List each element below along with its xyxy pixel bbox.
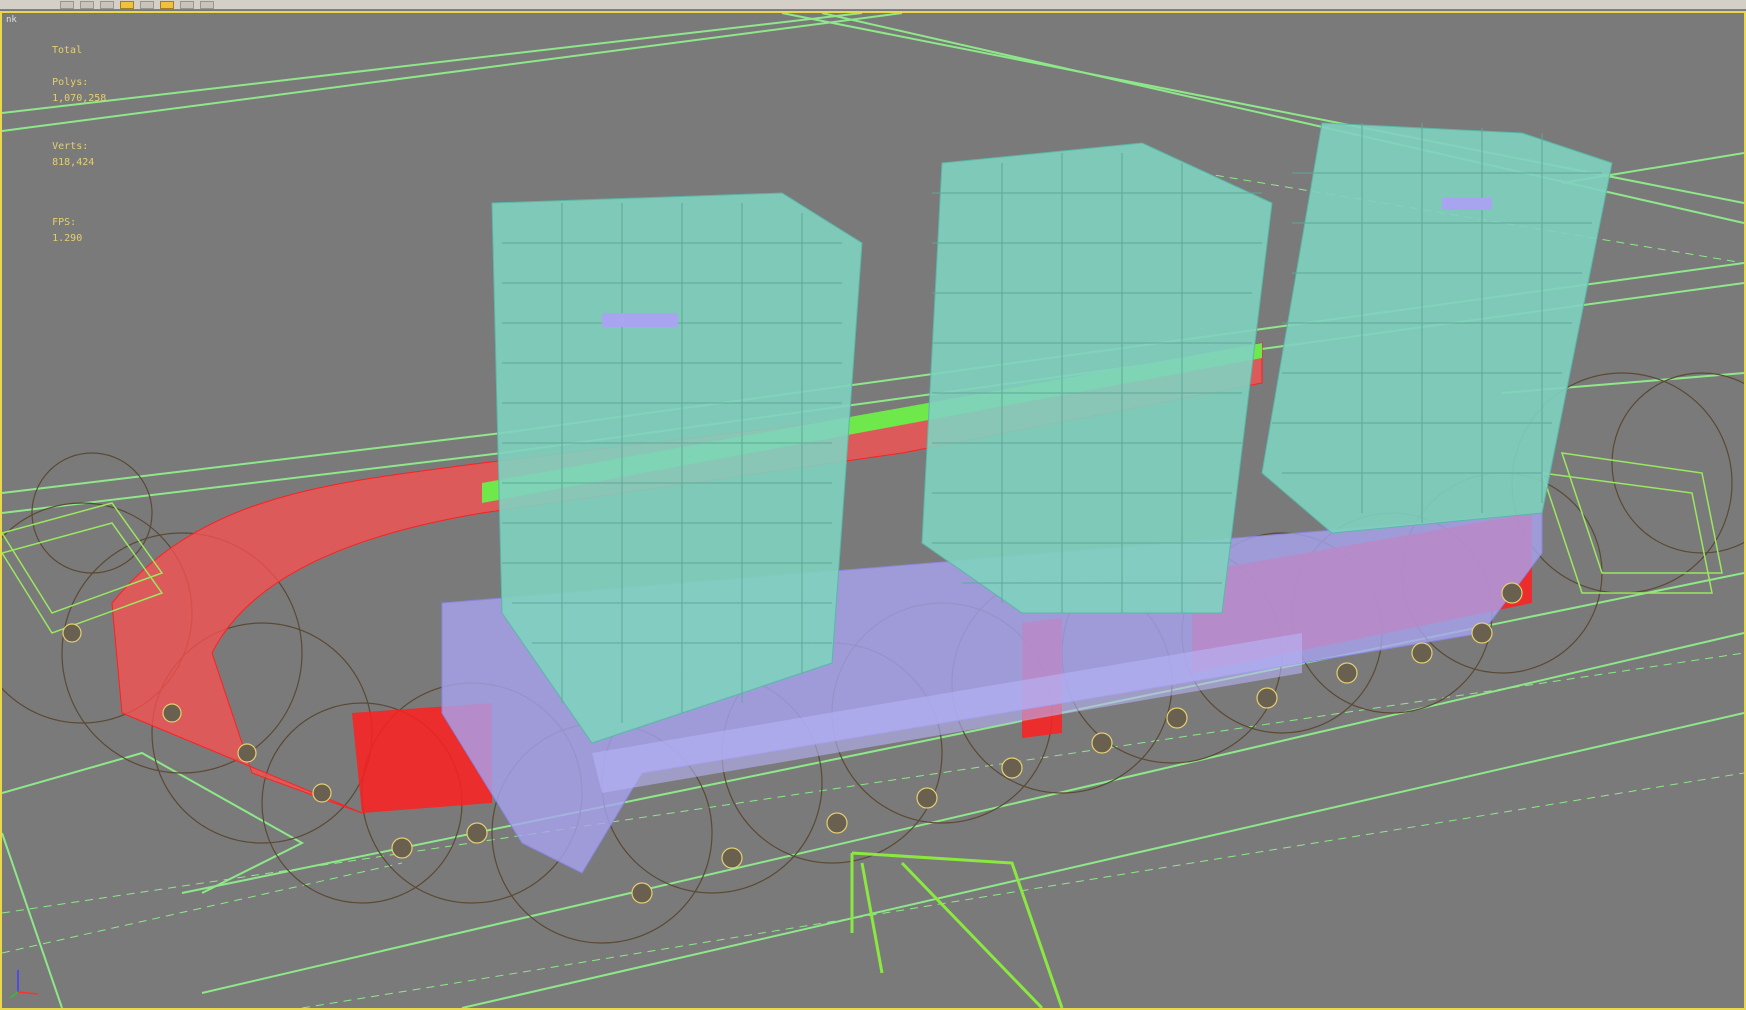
- toolbar-button[interactable]: [80, 0, 94, 9]
- toolbar-button[interactable]: [140, 0, 154, 9]
- fps-value: 1.290: [52, 233, 83, 244]
- toolbar-button-active[interactable]: [120, 0, 134, 9]
- toolbar-button[interactable]: [200, 0, 214, 9]
- toolbar-button[interactable]: [180, 0, 194, 9]
- tower-left: [491, 192, 863, 744]
- viewport-label[interactable]: nk: [6, 15, 17, 25]
- stats-polys: Polys: 1,070,258: [16, 59, 106, 123]
- verts-label: Verts:: [52, 141, 89, 152]
- xyz-axis-icon: [9, 970, 39, 999]
- fps-label: FPS:: [52, 217, 77, 228]
- stats-verts: Verts: 818,424: [16, 123, 106, 187]
- perspective-viewport[interactable]: nk Total Polys: 1,070,258 Verts: 818,424…: [0, 11, 1746, 1010]
- toolbar-button-active[interactable]: [160, 0, 174, 9]
- toolbar-button[interactable]: [100, 0, 114, 9]
- polys-value: 1,070,258: [52, 93, 107, 104]
- verts-value: 818,424: [52, 157, 95, 168]
- statistics-overlay: Total Polys: 1,070,258 Verts: 818,424 FP…: [16, 43, 106, 263]
- main-toolbar: [0, 0, 1746, 10]
- polys-label: Polys:: [52, 77, 89, 88]
- stats-fps: FPS: 1.290: [16, 199, 106, 263]
- toolbar-button[interactable]: [60, 0, 74, 9]
- stats-total-label: Total: [52, 45, 83, 56]
- tower-right: [1261, 122, 1613, 534]
- wireframe-scene[interactable]: [2, 13, 1744, 1008]
